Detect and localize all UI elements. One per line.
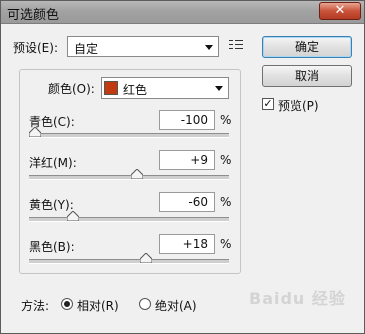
absolute-radio[interactable]: [139, 298, 151, 310]
colors-value: 红色: [123, 83, 148, 97]
colors-label: 颜色(O):: [45, 80, 98, 97]
ok-button[interactable]: 确定: [262, 36, 352, 58]
colors-dropdown[interactable]: 红色: [101, 77, 229, 99]
yellow-percent: %: [220, 195, 232, 209]
preset-options-icon[interactable]: [229, 39, 243, 51]
black-slider-thumb[interactable]: [139, 253, 152, 263]
black-value-input[interactable]: +18: [159, 234, 215, 254]
color-swatch: [104, 81, 118, 95]
yellow-slider-thumb[interactable]: [66, 211, 79, 221]
preview-checkbox[interactable]: ✓: [262, 98, 274, 110]
cyan-percent: %: [220, 113, 232, 127]
cyan-slider-thumb[interactable]: [29, 127, 41, 137]
watermark: Baidu 经验: [249, 289, 346, 308]
magenta-value-input[interactable]: +9: [159, 150, 215, 170]
preview-label: 预览(P): [278, 99, 319, 113]
close-button[interactable]: ✕: [319, 2, 361, 20]
checkmark-icon: ✓: [263, 97, 273, 110]
absolute-label: 绝对(A): [155, 299, 197, 313]
yellow-slider-track[interactable]: [29, 217, 229, 222]
black-label: 黑色(B):: [29, 240, 75, 254]
chevron-down-icon: [205, 45, 213, 50]
magenta-slider-thumb[interactable]: [131, 169, 144, 179]
title-bar[interactable]: 可选颜色 ✕: [1, 1, 364, 24]
method-label: 方法:: [21, 299, 50, 313]
cyan-slider-track[interactable]: [29, 133, 229, 138]
relative-label: 相对(R): [77, 299, 119, 313]
magenta-percent: %: [220, 153, 232, 167]
chevron-down-icon: [215, 86, 223, 91]
dialog-title: 可选颜色: [7, 8, 60, 23]
preset-dropdown[interactable]: 自定: [67, 36, 219, 57]
relative-radio[interactable]: [61, 298, 73, 310]
selective-color-dialog: 可选颜色 ✕ 预设(E): 自定 确定 取消 ✓ 预览(P) 颜色(O): 红色…: [0, 0, 365, 334]
black-slider-track[interactable]: [29, 259, 229, 264]
black-percent: %: [220, 237, 232, 251]
yellow-value-input[interactable]: -60: [159, 192, 215, 212]
preset-value: 自定: [74, 42, 99, 56]
cancel-button[interactable]: 取消: [262, 65, 352, 87]
magenta-label: 洋红(M):: [29, 156, 77, 170]
magenta-slider-track[interactable]: [29, 175, 229, 180]
cyan-value-input[interactable]: -100: [159, 110, 215, 130]
preset-label: 预设(E):: [13, 41, 58, 55]
